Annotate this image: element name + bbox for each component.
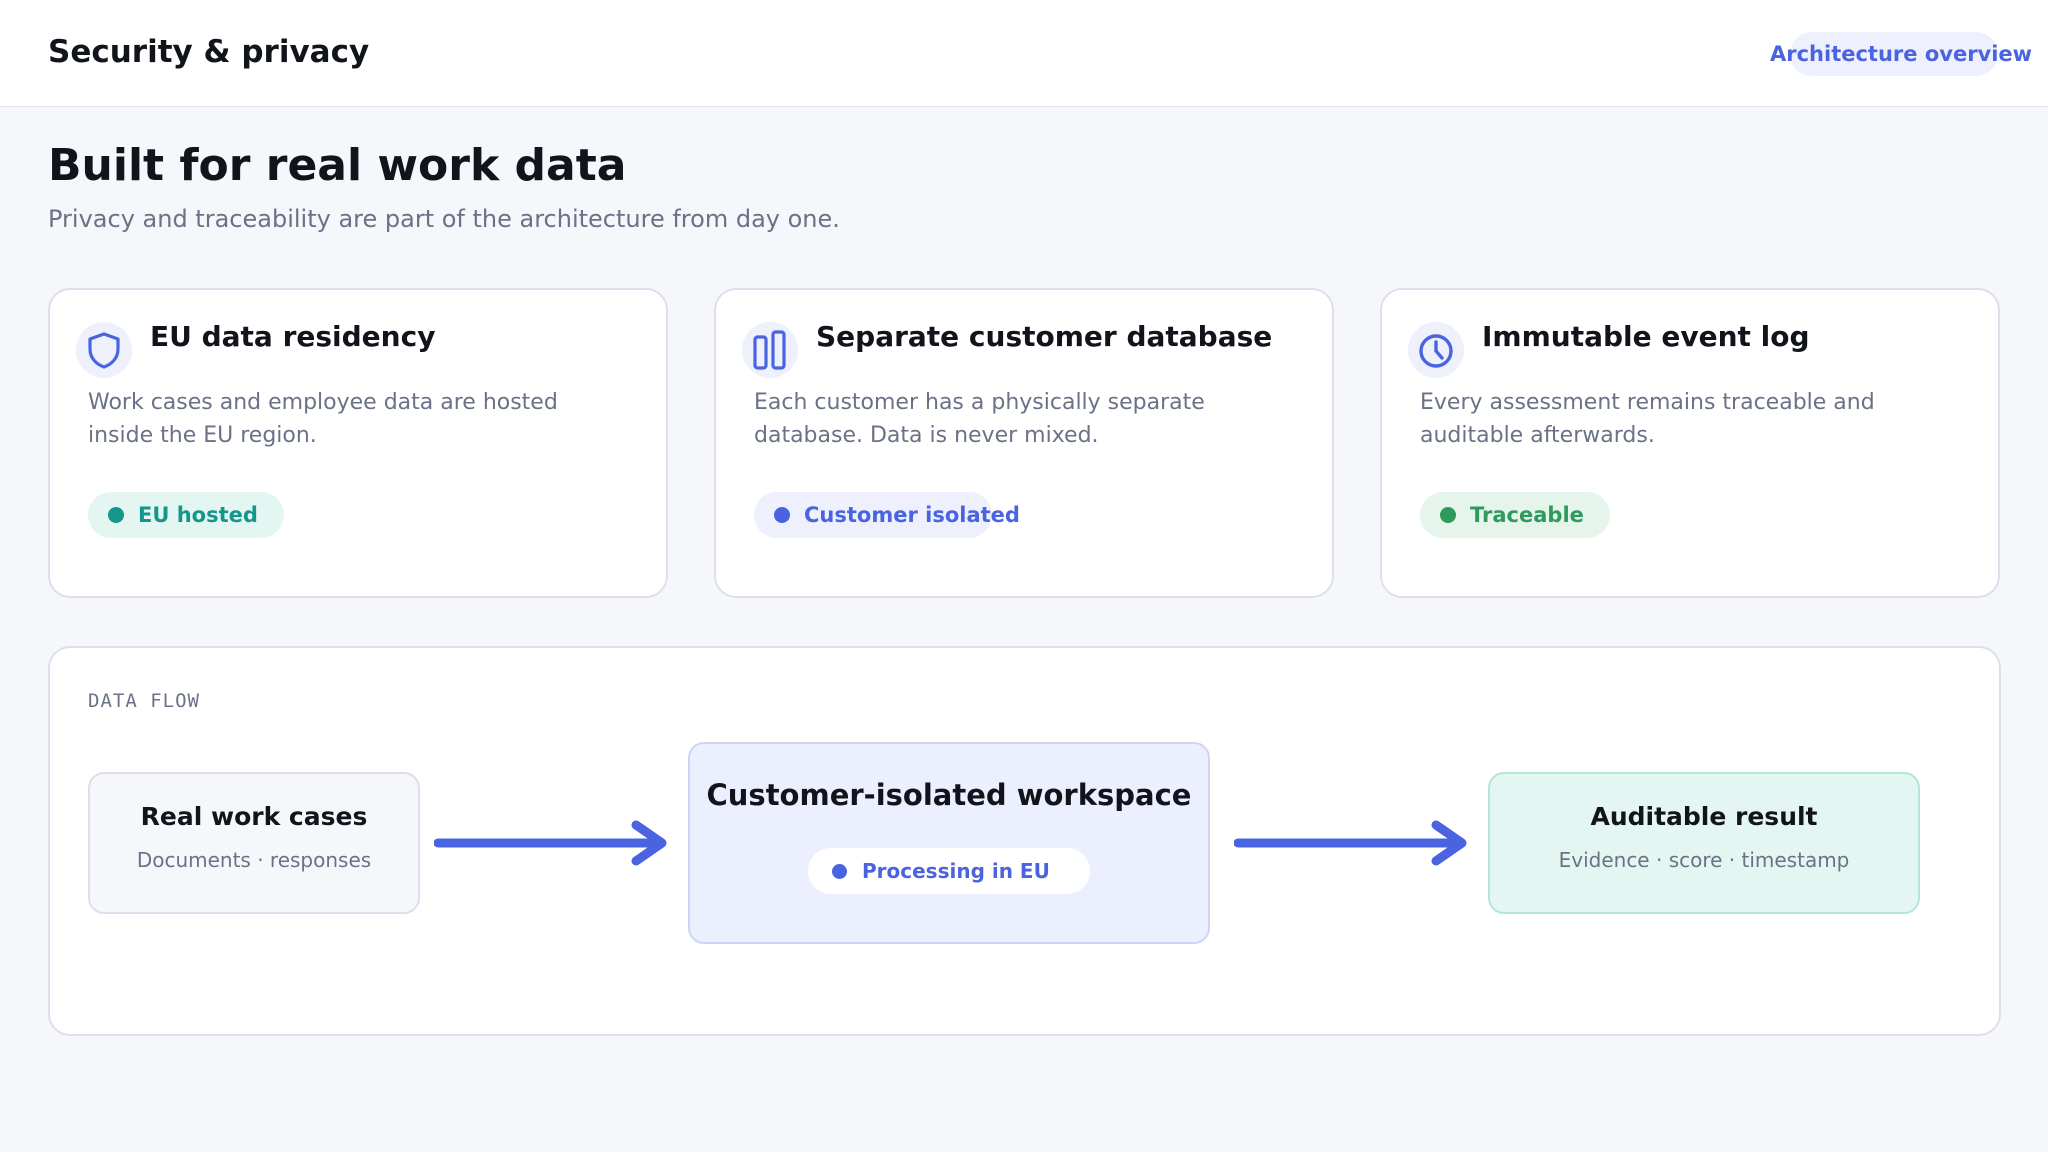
flow-workspace-box: Customer-isolated workspace Processing i… bbox=[688, 742, 1210, 944]
flow-arrow-icon bbox=[1234, 820, 1467, 866]
feature-card-separate-database: Separate customer database Each customer… bbox=[714, 288, 1334, 598]
flow-source-subtitle: Documents · responses bbox=[136, 848, 372, 872]
data-flow-panel: DATA FLOW Real work cases Documents · re… bbox=[48, 646, 2001, 1036]
flow-result-box: Auditable result Evidence · score · time… bbox=[1488, 772, 1920, 914]
database-columns-icon bbox=[742, 322, 798, 378]
flow-workspace-title: Customer-isolated workspace bbox=[706, 778, 1192, 812]
status-dot-icon bbox=[774, 507, 790, 523]
processing-badge: Processing in EU bbox=[808, 848, 1090, 894]
page-header-title: Security & privacy bbox=[48, 34, 370, 70]
status-badge-label: EU hosted bbox=[138, 503, 258, 527]
status-dot-icon bbox=[1440, 507, 1456, 523]
hero-title: Built for real work data bbox=[48, 140, 627, 191]
flow-result-subtitle: Evidence · score · timestamp bbox=[1558, 848, 1850, 872]
hero-subtitle: Privacy and traceability are part of the… bbox=[48, 205, 840, 233]
clock-icon bbox=[1408, 322, 1464, 378]
flow-arrow-icon bbox=[434, 820, 667, 866]
feature-card-title: Immutable event log bbox=[1482, 320, 1810, 353]
architecture-overview-label: Architecture overview bbox=[1770, 42, 2033, 66]
feature-card-description: Work cases and employee data are hosted … bbox=[88, 390, 558, 448]
status-badge-label: Traceable bbox=[1470, 503, 1584, 527]
status-badge: Customer isolated bbox=[754, 492, 1020, 538]
feature-card-title: Separate customer database bbox=[816, 320, 1273, 353]
status-badge: Traceable bbox=[1420, 492, 1610, 538]
status-dot-icon bbox=[108, 507, 124, 523]
flow-result-title: Auditable result bbox=[1590, 802, 1818, 831]
shield-icon bbox=[76, 322, 132, 378]
feature-card-description: Each customer has a physically separate … bbox=[754, 390, 1205, 448]
feature-card-eu-residency: EU data residency Work cases and employe… bbox=[48, 288, 668, 598]
flow-source-box: Real work cases Documents · responses bbox=[88, 772, 420, 914]
architecture-overview-button[interactable]: Architecture overview bbox=[1770, 32, 2032, 76]
feature-card-event-log: Immutable event log Every assessment rem… bbox=[1380, 288, 2000, 598]
top-bar: Security & privacy Architecture overview bbox=[0, 0, 2048, 107]
data-flow-label: DATA FLOW bbox=[88, 690, 200, 712]
feature-card-title: EU data residency bbox=[150, 320, 436, 353]
processing-badge-label: Processing in EU bbox=[862, 859, 1050, 883]
status-dot-icon bbox=[832, 864, 847, 879]
status-badge-label: Customer isolated bbox=[804, 503, 1020, 527]
status-badge: EU hosted bbox=[88, 492, 284, 538]
feature-card-description: Every assessment remains traceable and a… bbox=[1420, 390, 1875, 448]
flow-source-title: Real work cases bbox=[140, 802, 368, 831]
